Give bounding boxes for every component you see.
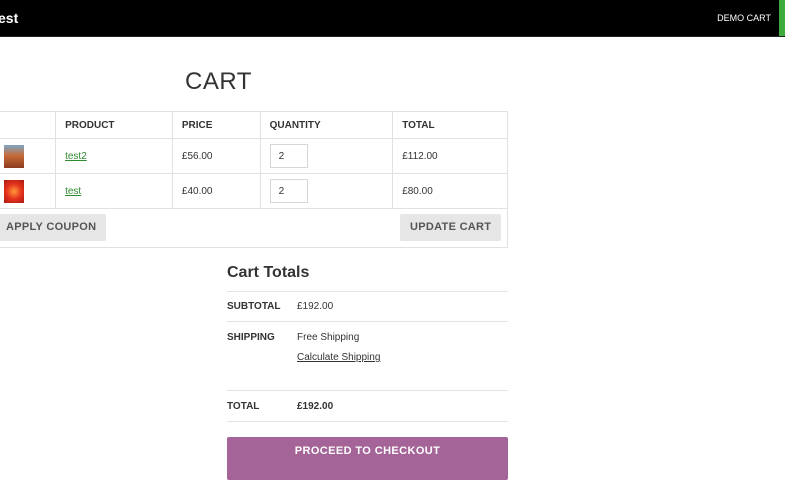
- divider: [227, 321, 508, 322]
- top-bar: est DEMO CART: [0, 0, 785, 37]
- product-thumbnail-image[interactable]: [4, 144, 24, 168]
- page-title: CART: [185, 68, 252, 95]
- total-label: TOTAL: [227, 401, 260, 412]
- quantity-input[interactable]: [269, 179, 308, 203]
- quantity-cell: [259, 173, 394, 209]
- shipping-value: Free Shipping: [297, 332, 360, 343]
- cart-totals-title: Cart Totals: [227, 264, 310, 281]
- calculate-shipping-link[interactable]: Calculate Shipping: [297, 352, 380, 363]
- quantity-input[interactable]: [269, 144, 308, 168]
- price-cell: £56.00: [171, 138, 261, 174]
- table-header-row: PRODUCT PRICE QUANTITY TOTAL: [0, 111, 508, 139]
- table-row: test2 £56.00 £112.00: [0, 138, 508, 174]
- product-link[interactable]: test: [65, 186, 81, 197]
- thumbnail-cell: [0, 138, 57, 174]
- header-quantity: QUANTITY: [259, 111, 394, 139]
- divider: [227, 390, 508, 391]
- site-title[interactable]: est: [0, 10, 18, 26]
- subtotal-label: SUBTOTAL: [227, 301, 281, 312]
- divider: [227, 421, 508, 422]
- quantity-cell: [259, 138, 394, 174]
- top-bar-accent: [779, 0, 785, 36]
- product-cell: test2: [55, 138, 173, 174]
- product-link[interactable]: test2: [65, 151, 87, 162]
- price-cell: £40.00: [171, 173, 261, 209]
- apply-coupon-button[interactable]: APPLY COUPON: [0, 214, 107, 241]
- product-cell: test: [55, 173, 173, 209]
- shipping-label: SHIPPING: [227, 332, 275, 343]
- total-cell: £80.00: [392, 173, 508, 209]
- update-cart-button[interactable]: UPDATE CART: [400, 214, 502, 241]
- thumbnail-cell: [0, 173, 57, 209]
- header-product: PRODUCT: [55, 111, 173, 139]
- nav-link-demo-cart[interactable]: DEMO CART: [717, 13, 771, 23]
- total-value: £192.00: [297, 401, 334, 412]
- header-thumbnail: [0, 111, 57, 139]
- product-thumbnail-image[interactable]: [4, 179, 24, 203]
- subtotal-value: £192.00: [297, 301, 334, 312]
- table-row: test £40.00 £80.00: [0, 173, 508, 209]
- header-total: TOTAL: [392, 111, 508, 139]
- divider: [227, 291, 508, 292]
- total-cell: £112.00: [392, 138, 508, 174]
- header-price: PRICE: [171, 111, 261, 139]
- proceed-to-checkout-button[interactable]: PROCEED TO CHECKOUT: [227, 437, 508, 480]
